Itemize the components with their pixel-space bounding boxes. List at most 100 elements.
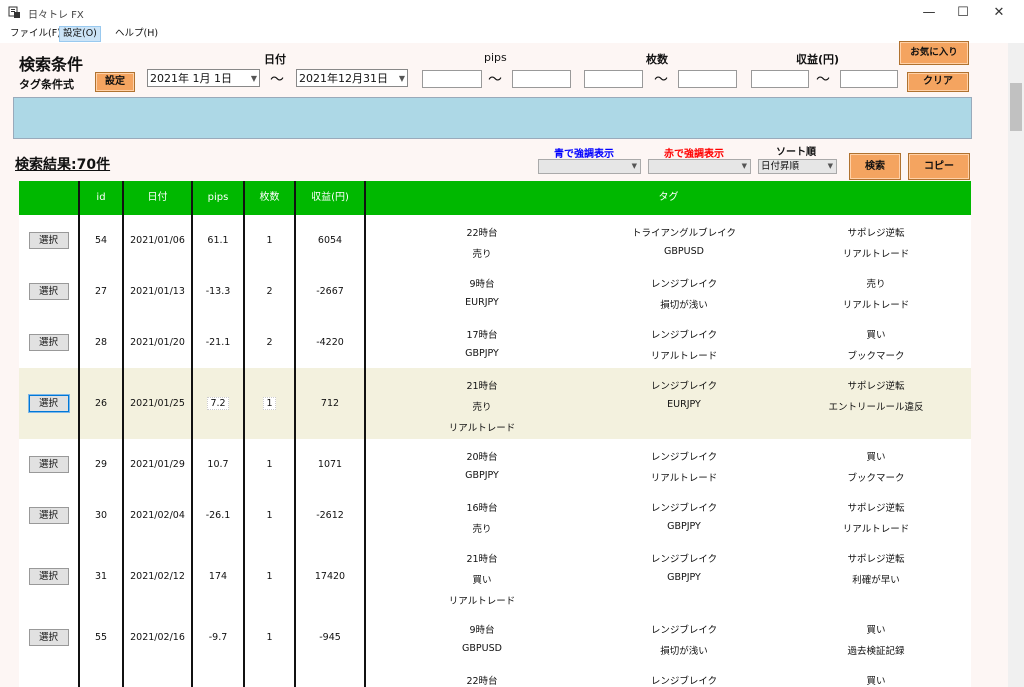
tag-condition-panel[interactable] — [13, 97, 972, 139]
select-cell: 選択 — [19, 215, 80, 266]
cell-pips: -26.1 — [193, 490, 245, 541]
pips-value: -21.1 — [205, 337, 231, 348]
pips-range-tilde: 〜 — [488, 72, 502, 88]
select-button[interactable]: 選択 — [28, 507, 69, 524]
date-value: 2021/01/25 — [130, 398, 185, 409]
profit-value: 17420 — [314, 571, 346, 582]
cell-lots: 1 — [245, 439, 296, 490]
select-button[interactable]: 選択 — [28, 629, 69, 646]
date-value: 2021/02/16 — [130, 632, 185, 643]
tag-label: レンジブレイク — [650, 503, 718, 514]
table-row[interactable]: 22時台 レンジブレイク 買い — [19, 663, 971, 687]
table-row[interactable]: 選択 55 2021/02/16 -9.7 1 -945 9時台 レンジブレイク 買い GBPUS… — [19, 612, 971, 664]
lots-value: 1 — [266, 459, 273, 470]
table-row[interactable]: 選択 29 2021/01/29 10.7 1 1071 20時台 レンジブレイク 買い GBPJ… — [19, 439, 971, 491]
cell-tags: 16時台 レンジブレイク サポレジ逆転 売り GBPJPY リアルトレード — [366, 490, 971, 541]
cell-pips: 61.1 — [193, 215, 245, 266]
copy-button[interactable]: コピー — [908, 153, 970, 180]
select-button[interactable]: 選択 — [28, 456, 69, 473]
select-cell: 選択 — [19, 490, 80, 541]
profit-min-input[interactable] — [751, 70, 809, 88]
tag-label: 買い — [866, 452, 886, 463]
cell-id: 55 — [80, 612, 124, 663]
date-to-value: 2021年12月31日 — [299, 72, 388, 85]
scrollbar-thumb[interactable] — [1010, 83, 1022, 131]
pips-label: pips — [484, 51, 507, 64]
pips-value: 10.7 — [207, 459, 229, 470]
cell-id: 31 — [80, 541, 124, 612]
table-row[interactable]: 選択 28 2021/01/20 -21.1 2 -4220 17時台 レンジブレイク 買い GB… — [19, 317, 971, 369]
sort-select[interactable]: 日付昇順 ▼ — [758, 159, 837, 174]
tag-label: EURJPY — [667, 399, 701, 410]
search-button[interactable]: 検索 — [849, 153, 901, 180]
pips-value: -26.1 — [205, 510, 231, 521]
select-button[interactable]: 選択 — [28, 568, 69, 585]
select-cell: 選択 — [19, 368, 80, 439]
cell-date: 2021/01/13 — [124, 266, 193, 317]
grid-header: id 日付 pips 枚数 収益(円) タグ — [19, 181, 971, 215]
app-icon — [8, 6, 20, 18]
select-button[interactable]: 選択 — [28, 232, 69, 249]
cell-id: 27 — [80, 266, 124, 317]
table-row[interactable]: 選択 27 2021/01/13 -13.3 2 -2667 9時台 レンジブレイク 売り EUR… — [19, 266, 971, 318]
tag-label: サポレジ逆転 — [847, 554, 905, 565]
menu-help[interactable]: ヘルプ(H) — [112, 27, 161, 41]
pips-max-input[interactable] — [512, 70, 571, 88]
table-row[interactable]: 選択 26 2021/01/25 7.2 1 712 21時台 レンジブレイク サポレジ逆転 売り… — [19, 368, 971, 440]
tag-label: 21時台 — [466, 554, 498, 565]
date-from-picker[interactable]: 2021年 1月 1日 ▼ — [147, 69, 260, 87]
tag-label: リアルトレード — [650, 351, 718, 362]
header-tags: タグ — [658, 192, 679, 203]
menu-settings[interactable]: 設定(O) — [59, 26, 101, 42]
select-button[interactable]: 選択 — [28, 283, 69, 300]
pips-value: 174 — [208, 571, 228, 582]
cell-date: 2021/02/16 — [124, 612, 193, 663]
favorites-button[interactable]: お気に入り — [899, 41, 969, 65]
tag-label: サポレジ逆転 — [847, 503, 905, 514]
cell-date: 2021/01/06 — [124, 215, 193, 266]
lots-value: 2 — [266, 337, 273, 348]
vertical-scrollbar[interactable] — [1008, 43, 1024, 687]
minimize-button[interactable]: — — [912, 0, 946, 26]
table-row[interactable]: 選択 54 2021/01/06 61.1 1 6054 22時台 トライアングルブレイク サポ… — [19, 215, 971, 267]
maximize-button[interactable]: ☐ — [946, 0, 980, 26]
table-row[interactable]: 選択 31 2021/02/12 174 1 17420 21時台 レンジブレイク サポレジ逆転… — [19, 541, 971, 613]
sort-label: ソート順 — [776, 147, 816, 158]
pips-min-input[interactable] — [422, 70, 482, 88]
tag-label: 21時台 — [466, 381, 498, 392]
tag-label: 20時台 — [466, 452, 498, 463]
cell-lots: 1 — [245, 368, 296, 439]
cell-date: 2021/02/12 — [124, 541, 193, 612]
blue-highlight-select[interactable]: ▼ — [538, 159, 641, 174]
close-button[interactable]: ✕ — [982, 0, 1016, 26]
select-button[interactable]: 選択 — [28, 395, 69, 412]
date-to-picker[interactable]: 2021年12月31日 ▼ — [296, 69, 408, 87]
select-button[interactable]: 選択 — [28, 334, 69, 351]
lots-max-input[interactable] — [678, 70, 737, 88]
title-bar: 日々トレ FX — ☐ ✕ — [0, 0, 1024, 26]
menu-file[interactable]: ファイル(F) — [7, 27, 64, 41]
tag-label: GBPJPY — [667, 572, 701, 583]
sort-value: 日付昇順 — [761, 161, 800, 172]
pips-value: 61.1 — [207, 235, 229, 246]
cell-date: 2021/01/29 — [124, 439, 193, 490]
table-row[interactable]: 選択 30 2021/02/04 -26.1 1 -2612 16時台 レンジブレイク サポレジ… — [19, 490, 971, 542]
cell-lots: 1 — [245, 612, 296, 663]
cell-profit: 6054 — [296, 215, 366, 266]
profit-max-input[interactable] — [840, 70, 898, 88]
cell-id: 28 — [80, 317, 124, 368]
results-count: 検索結果:70件 — [15, 157, 111, 173]
menu-bar: ファイル(F) 設定(O) ヘルプ(H) — [0, 26, 1010, 43]
header-pips: pips — [193, 181, 245, 215]
cell-lots: 1 — [245, 215, 296, 266]
tag-settings-button[interactable]: 設定 — [95, 72, 135, 92]
chevron-down-icon: ▼ — [827, 162, 833, 170]
blue-highlight-label: 青で強調表示 — [554, 149, 614, 160]
clear-button[interactable]: クリア — [907, 72, 969, 92]
cell-tags: 20時台 レンジブレイク 買い GBPJPY リアルトレード ブックマーク — [366, 439, 971, 490]
profit-value: 1071 — [317, 459, 343, 470]
red-highlight-select[interactable]: ▼ — [648, 159, 751, 174]
tag-label: レンジブレイク — [650, 554, 718, 565]
lots-min-input[interactable] — [584, 70, 643, 88]
window-title: 日々トレ FX — [28, 10, 84, 21]
